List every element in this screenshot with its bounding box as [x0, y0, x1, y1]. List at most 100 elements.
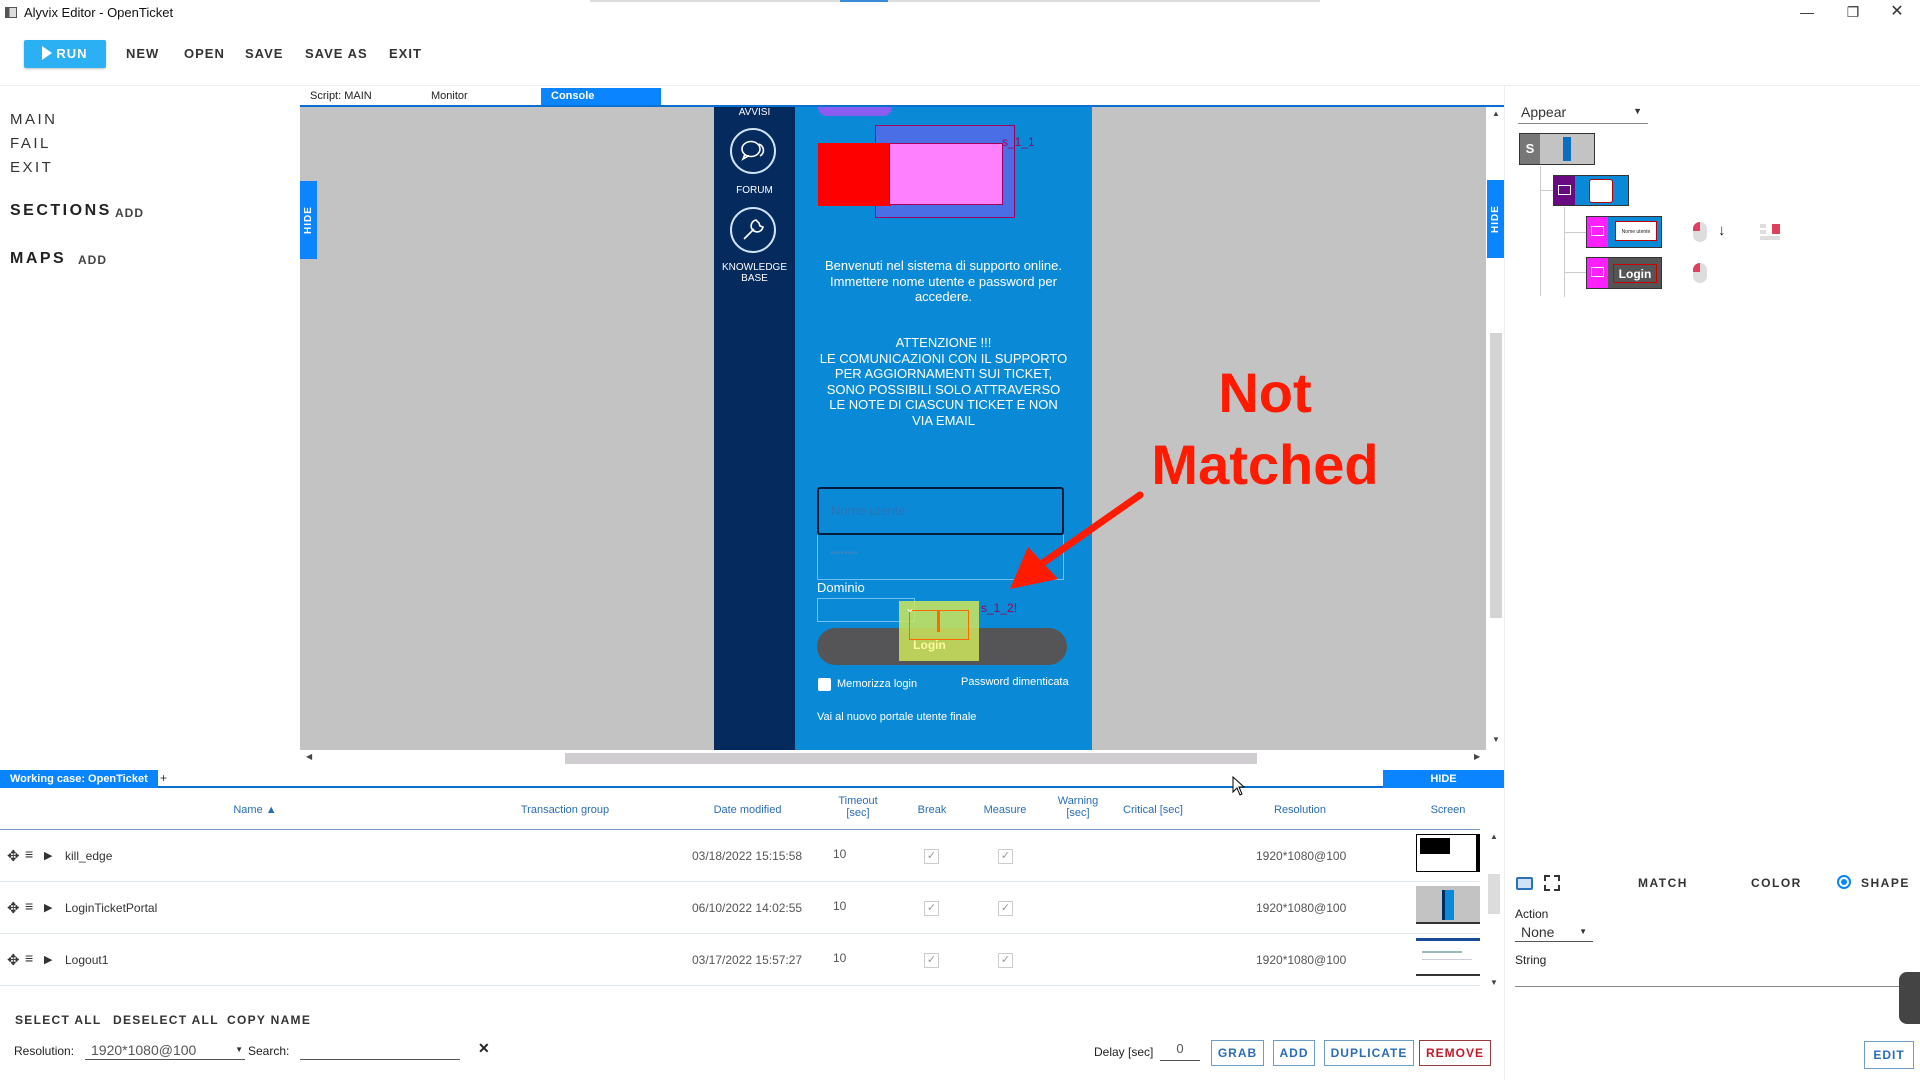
column-critical[interactable]: Critical [sec] — [1110, 804, 1196, 816]
copy-name-button[interactable]: COPY NAME — [227, 1013, 311, 1027]
arrow-down-icon[interactable]: ↓ — [1718, 222, 1726, 239]
column-warning[interactable]: Warning [sec] — [1052, 795, 1104, 819]
case-timeout[interactable]: 10 — [833, 951, 846, 965]
table-scroll-thumb[interactable] — [1488, 874, 1500, 914]
new-button[interactable]: NEW — [126, 40, 159, 68]
break-checkbox[interactable]: ✓ — [924, 901, 939, 916]
tree-node-image-1[interactable] — [1553, 175, 1629, 206]
resolution-select[interactable]: 1920*1080@100 ▼ — [85, 1040, 245, 1060]
fullscreen-icon[interactable] — [1544, 875, 1560, 891]
drag-handle-icon[interactable]: ✥ — [7, 899, 20, 917]
case-name[interactable]: LoginTicketPortal — [65, 901, 157, 915]
sections-add-button[interactable]: ADD — [115, 206, 144, 220]
scroll-up-icon[interactable]: ▲ — [1490, 832, 1498, 841]
save-button[interactable]: SAVE — [245, 40, 283, 68]
column-screen[interactable]: Screen — [1420, 804, 1476, 816]
scroll-right-icon[interactable]: ▶ — [1474, 752, 1480, 761]
mouse-click-icon[interactable] — [1693, 222, 1707, 242]
hide-left-panel-tab[interactable]: HIDE — [300, 181, 317, 259]
radio-shape[interactable]: SHAPE — [1861, 876, 1910, 890]
vertical-scroll-thumb[interactable] — [1490, 333, 1502, 618]
grab-button[interactable]: GRAB — [1211, 1040, 1264, 1066]
remote-control-handle[interactable] — [1899, 972, 1920, 1024]
close-icon[interactable]: ✕ — [1874, 0, 1920, 26]
remove-button[interactable]: REMOVE — [1419, 1040, 1491, 1066]
minimize-icon[interactable]: — — [1784, 0, 1830, 26]
column-measure[interactable]: Measure — [976, 804, 1034, 816]
table-row[interactable]: ✥ ≡ ▶ Logout1 03/17/2022 15:57:27 10 ✓ ✓ 1920*10… — [0, 934, 1480, 986]
run-case-icon[interactable]: ▶ — [44, 953, 52, 966]
case-timeout[interactable]: 10 — [833, 847, 846, 861]
radio-match[interactable]: MATCH — [1638, 876, 1688, 890]
deselect-all-button[interactable]: DESELECT ALL — [113, 1013, 219, 1027]
run-button[interactable]: RUN — [24, 40, 106, 68]
case-screen-thumbnail[interactable] — [1416, 834, 1480, 872]
column-transaction-group[interactable]: Transaction group — [510, 804, 620, 816]
tree-node-login-button[interactable]: Login — [1586, 257, 1662, 289]
measure-checkbox[interactable]: ✓ — [998, 849, 1013, 864]
save-as-button[interactable]: SAVE AS — [305, 40, 368, 68]
restore-icon[interactable]: ❐ — [1830, 0, 1876, 26]
run-case-icon[interactable]: ▶ — [44, 901, 52, 914]
add-button[interactable]: ADD — [1273, 1040, 1315, 1066]
column-name[interactable]: Name ▲ — [200, 804, 310, 816]
script-main[interactable]: MAIN — [10, 111, 58, 128]
duplicate-button[interactable]: DUPLICATE — [1324, 1040, 1414, 1066]
script-fail[interactable]: FAIL — [10, 135, 51, 152]
tab-monitor[interactable]: Monitor — [421, 88, 541, 105]
maps-add-button[interactable]: ADD — [78, 253, 107, 267]
measure-checkbox[interactable]: ✓ — [998, 953, 1013, 968]
drag-handle-icon[interactable]: ✥ — [7, 951, 20, 969]
table-row[interactable]: ✥ ≡ ▶ kill_edge 03/18/2022 15:15:58 10 ✓ ✓ 1920*… — [0, 830, 1480, 882]
scroll-down-icon[interactable]: ▼ — [1492, 735, 1500, 744]
mouse-click-icon[interactable] — [1693, 263, 1707, 283]
forgot-password-link[interactable]: Password dimenticata — [961, 676, 1069, 688]
table-scrollbar[interactable]: ▲ ▼ — [1486, 830, 1502, 992]
break-checkbox[interactable]: ✓ — [924, 849, 939, 864]
delay-input[interactable]: 0 — [1160, 1041, 1200, 1061]
tab-console[interactable]: Console — [541, 88, 661, 105]
tab-script-main[interactable]: Script: MAIN — [300, 88, 420, 105]
tree-node-username-field[interactable]: Nome utente — [1586, 216, 1662, 248]
column-date-modified[interactable]: Date modified — [700, 804, 795, 816]
case-name[interactable]: Logout1 — [65, 953, 108, 967]
screen-canvas[interactable]: AVVISI FORUM KNOWLEDGE BASE s_1_1 Benven… — [300, 107, 1486, 750]
radio-color[interactable]: COLOR — [1751, 876, 1802, 890]
hide-list-button[interactable]: HIDE — [1383, 770, 1504, 788]
canvas-horizontal-scrollbar[interactable]: ◀ ▶ — [300, 750, 1488, 766]
tree-node-screen[interactable]: S — [1519, 133, 1595, 165]
case-name[interactable]: kill_edge — [65, 849, 112, 863]
case-timeout[interactable]: 10 — [833, 899, 846, 913]
keyboard-grid-icon[interactable] — [1760, 224, 1780, 240]
mode-select[interactable]: Appear ▼ — [1518, 104, 1648, 124]
script-exit[interactable]: EXIT — [10, 159, 53, 176]
add-to-list-icon[interactable]: ≡ — [25, 846, 33, 862]
image-mode-icon[interactable] — [1516, 877, 1533, 890]
scroll-left-icon[interactable]: ◀ — [306, 752, 312, 761]
horizontal-scroll-thumb[interactable] — [565, 753, 1257, 764]
run-case-icon[interactable]: ▶ — [44, 849, 52, 862]
add-case-tab-button[interactable]: + — [160, 771, 167, 785]
edit-button[interactable]: EDIT — [1864, 1041, 1914, 1069]
clear-search-icon[interactable]: ✕ — [478, 1040, 490, 1057]
add-to-list-icon[interactable]: ≡ — [25, 898, 33, 914]
column-resolution[interactable]: Resolution — [1260, 804, 1340, 816]
table-row[interactable]: ✥ ≡ ▶ LoginTicketPortal 06/10/2022 14:02:55 1… — [0, 882, 1480, 934]
action-select[interactable]: None ▼ — [1515, 924, 1593, 942]
radio-shape-selected[interactable] — [1837, 875, 1851, 889]
working-case-tab[interactable]: Working case: OpenTicket — [0, 770, 158, 788]
hide-right-panel-tab[interactable]: HIDE — [1487, 180, 1504, 258]
string-input[interactable] — [1515, 965, 1900, 987]
search-input[interactable] — [300, 1040, 460, 1060]
remember-checkbox[interactable] — [818, 678, 831, 691]
case-screen-thumbnail[interactable] — [1416, 938, 1480, 976]
new-portal-link[interactable]: Vai al nuovo portale utente finale — [817, 711, 976, 723]
scroll-down-icon[interactable]: ▼ — [1490, 978, 1498, 987]
drag-handle-icon[interactable]: ✥ — [7, 847, 20, 865]
break-checkbox[interactable]: ✓ — [924, 953, 939, 968]
case-screen-thumbnail[interactable] — [1416, 886, 1480, 924]
column-break[interactable]: Break — [908, 804, 956, 816]
select-all-button[interactable]: SELECT ALL — [15, 1013, 102, 1027]
measure-checkbox[interactable]: ✓ — [998, 901, 1013, 916]
column-timeout[interactable]: Timeout [sec] — [830, 795, 886, 819]
